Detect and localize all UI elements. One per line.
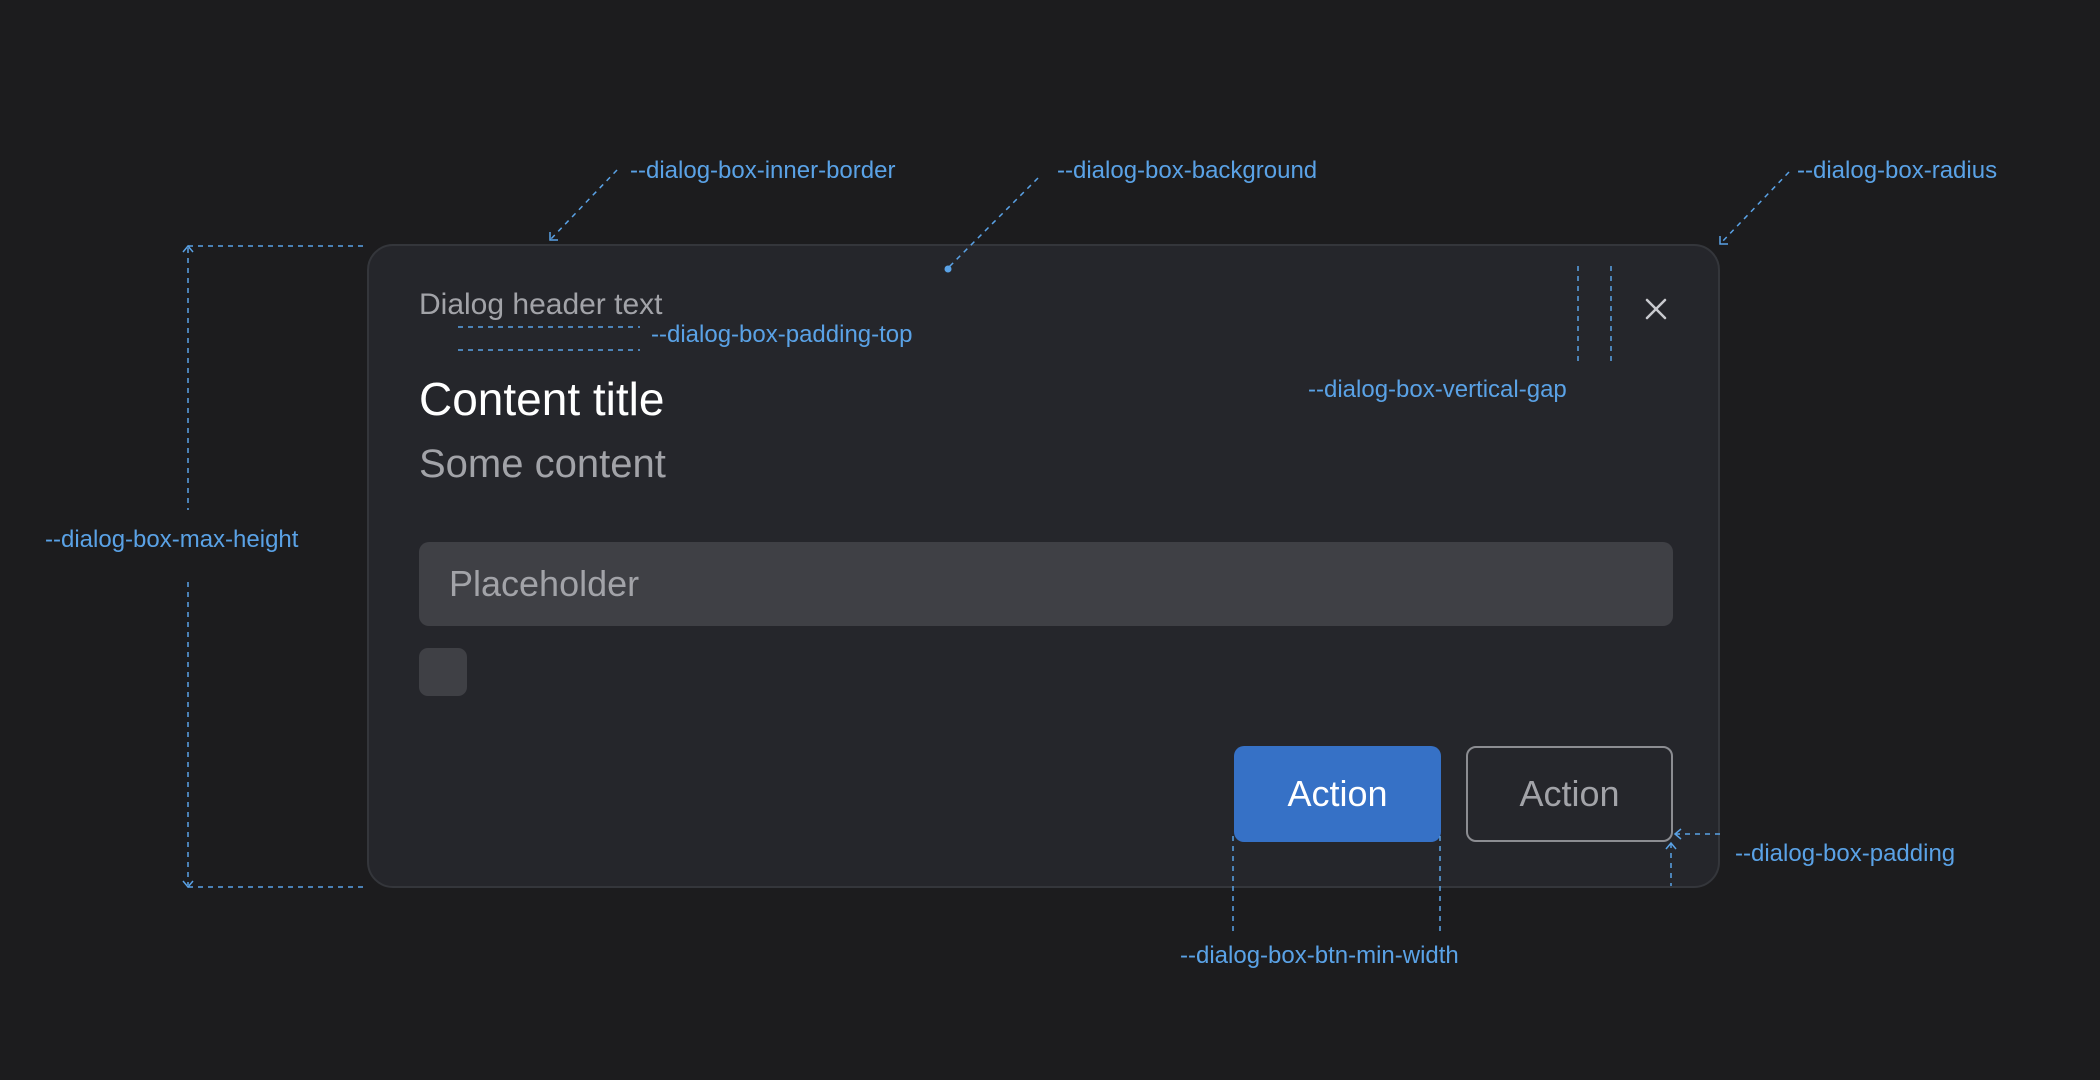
annotation-max-height: --dialog-box-max-height: [45, 526, 299, 553]
annotation-inner-border: --dialog-box-inner-border: [630, 157, 896, 184]
annotation-radius: --dialog-box-radius: [1797, 157, 1998, 184]
max-height-top-arrowhead: [182, 244, 194, 253]
dialog-header-text: Dialog header text: [419, 288, 663, 321]
checkbox[interactable]: [419, 648, 467, 696]
close-icon: [1645, 298, 1667, 320]
inner-border-leader: [549, 169, 618, 241]
content-body: Some content: [419, 442, 666, 486]
annotation-vertical-gap: --dialog-box-vertical-gap: [1308, 376, 1567, 403]
primary-action-button[interactable]: Action: [1234, 746, 1441, 842]
radius-leader: [1719, 171, 1790, 245]
radius-arrowhead: [1719, 236, 1728, 245]
annotation-padding: --dialog-box-padding: [1735, 840, 1956, 867]
inner-border-arrowhead: [549, 232, 558, 241]
close-button[interactable]: [1639, 292, 1673, 326]
annotation-btn-min-width: --dialog-box-btn-min-width: [1180, 942, 1459, 969]
annotation-padding-top: --dialog-box-padding-top: [651, 321, 913, 348]
dialog-box: Dialog header text Content title Some co…: [367, 244, 1720, 888]
secondary-action-button[interactable]: Action: [1466, 746, 1673, 842]
max-height-bottom-arrowhead: [182, 880, 194, 889]
content-title: Content title: [419, 373, 665, 425]
text-input[interactable]: [419, 542, 1673, 626]
annotation-background: --dialog-box-background: [1057, 157, 1318, 184]
